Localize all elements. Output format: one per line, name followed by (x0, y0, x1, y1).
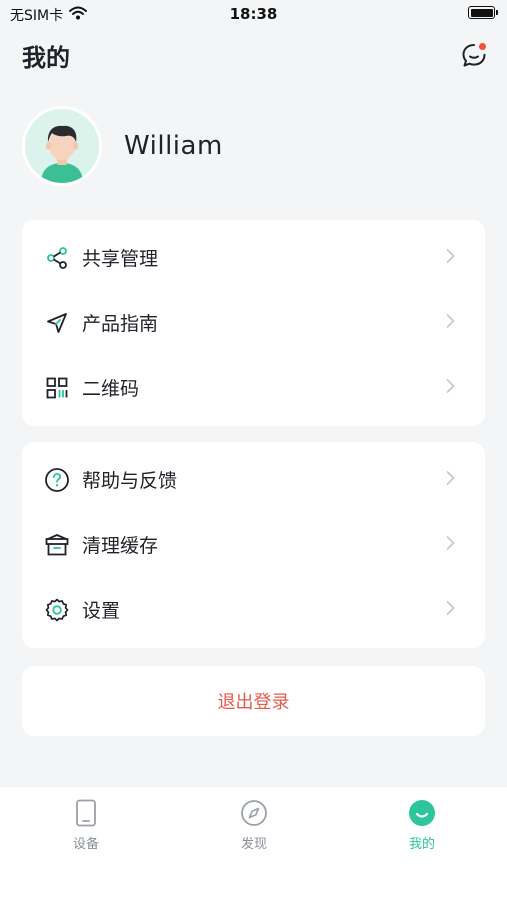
user-avatar-icon (25, 109, 99, 183)
menu-item-label: 清理缓存 (82, 535, 159, 557)
share-icon (44, 245, 70, 271)
menu-item-help-feedback[interactable]: 帮助与反馈 (22, 447, 485, 512)
navigation-arrow-icon (44, 310, 70, 336)
chevron-right-icon (446, 600, 455, 619)
tab-label: 我的 (408, 837, 435, 852)
logout-label: 退出登录 (217, 692, 290, 713)
menu-item-share-management[interactable]: 共享管理 (22, 225, 485, 290)
menu-item-settings[interactable]: 设置 (22, 577, 485, 642)
tab-bar: 设备 发现 我的 (0, 786, 507, 900)
tab-discover[interactable]: 发现 (204, 799, 304, 852)
tab-mine[interactable]: 我的 (372, 799, 472, 852)
chevron-right-icon (446, 470, 455, 489)
status-bar: 无SIM卡 18:38 (0, 0, 507, 28)
menu-item-qrcode[interactable]: 二维码 (22, 355, 485, 420)
device-icon (36, 799, 136, 827)
menu-card-primary: 共享管理 产品指南 二维码 (22, 220, 485, 426)
tab-label: 设备 (72, 837, 99, 852)
gear-icon (44, 597, 70, 623)
profile-section[interactable]: William (22, 106, 223, 186)
menu-item-label: 二维码 (82, 378, 140, 400)
page-title: 我的 (22, 44, 70, 72)
qrcode-icon (44, 375, 70, 401)
menu-item-product-guide[interactable]: 产品指南 (22, 290, 485, 355)
tab-label: 发现 (240, 837, 267, 852)
menu-item-label: 产品指南 (82, 313, 159, 335)
compass-icon (204, 799, 304, 827)
chevron-right-icon (446, 378, 455, 397)
username[interactable]: William (124, 131, 223, 161)
menu-item-label: 帮助与反馈 (82, 470, 178, 492)
unread-badge (479, 43, 486, 50)
avatar[interactable] (22, 106, 102, 186)
message-button[interactable] (459, 40, 489, 70)
chevron-right-icon (446, 313, 455, 332)
menu-card-secondary: 帮助与反馈 清理缓存 设置 (22, 442, 485, 648)
chat-bubble-icon (459, 44, 489, 74)
menu-item-label: 设置 (82, 600, 121, 622)
logout-button[interactable]: 退出登录 (22, 666, 485, 736)
menu-item-clear-cache[interactable]: 清理缓存 (22, 512, 485, 577)
smile-icon (372, 799, 472, 827)
battery-icon (468, 6, 498, 19)
chevron-right-icon (446, 248, 455, 267)
clear-cache-icon (44, 532, 70, 558)
menu-item-label: 共享管理 (82, 248, 159, 270)
status-time: 18:38 (229, 5, 278, 23)
help-icon (44, 467, 70, 493)
tab-devices[interactable]: 设备 (36, 799, 136, 852)
chevron-right-icon (446, 535, 455, 554)
